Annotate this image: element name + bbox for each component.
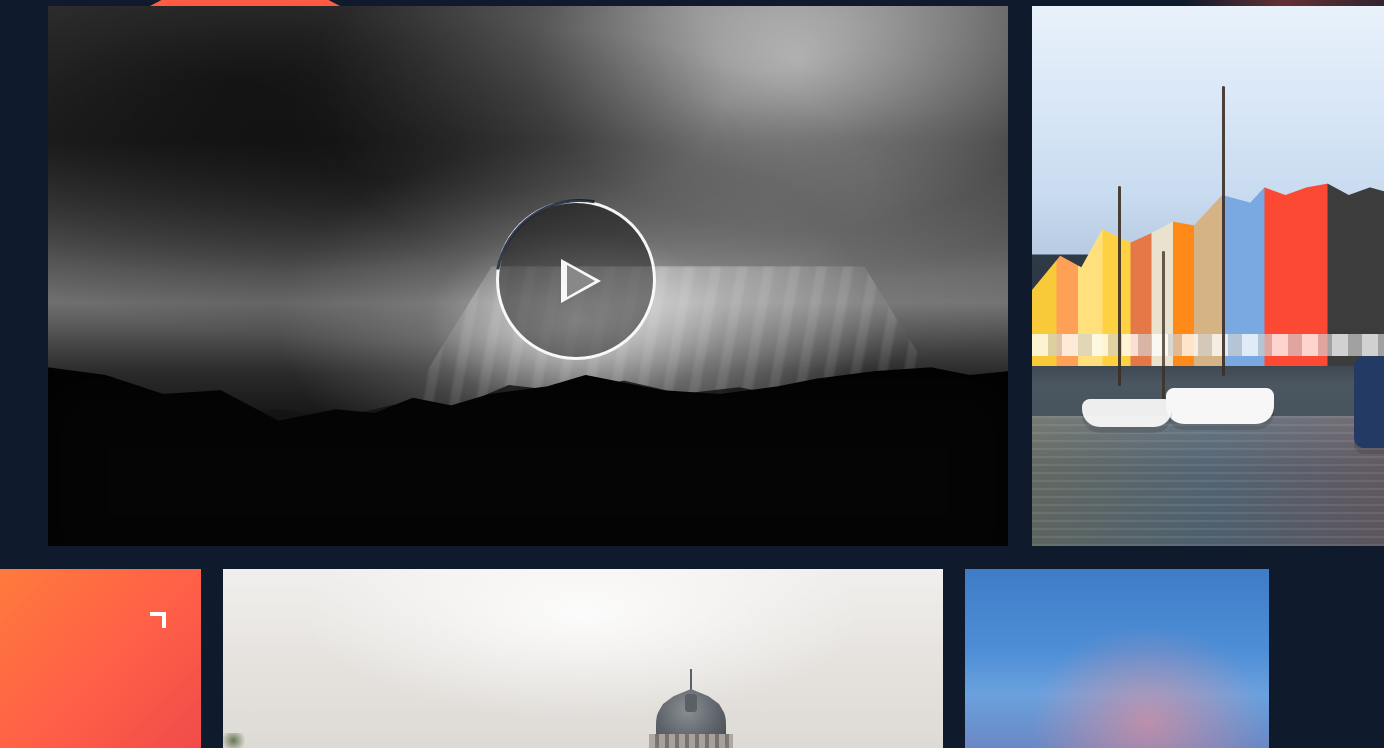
cafe-awnings [1032,334,1384,356]
canal-water [1032,416,1384,546]
promo-tile[interactable] [0,569,201,748]
harbor-photo-tile[interactable] [1032,6,1384,546]
corner-arrow-icon[interactable] [150,612,166,628]
tree-foliage [223,733,249,748]
play-button[interactable] [496,200,656,360]
boat-hull-dark [1354,356,1384,448]
dome-photo-tile[interactable] [223,569,943,748]
sailboat [1166,388,1274,424]
dome-lantern [685,694,697,712]
play-icon [561,259,601,303]
boat-mast [1162,251,1165,411]
sky-photo-tile[interactable] [965,569,1269,748]
video-tile[interactable] [48,6,1008,546]
gallery-page [0,0,1384,748]
dome-colonnade [649,734,733,748]
boat-mast [1222,86,1225,376]
sailboat [1082,399,1172,427]
boat-mast [1118,186,1121,386]
